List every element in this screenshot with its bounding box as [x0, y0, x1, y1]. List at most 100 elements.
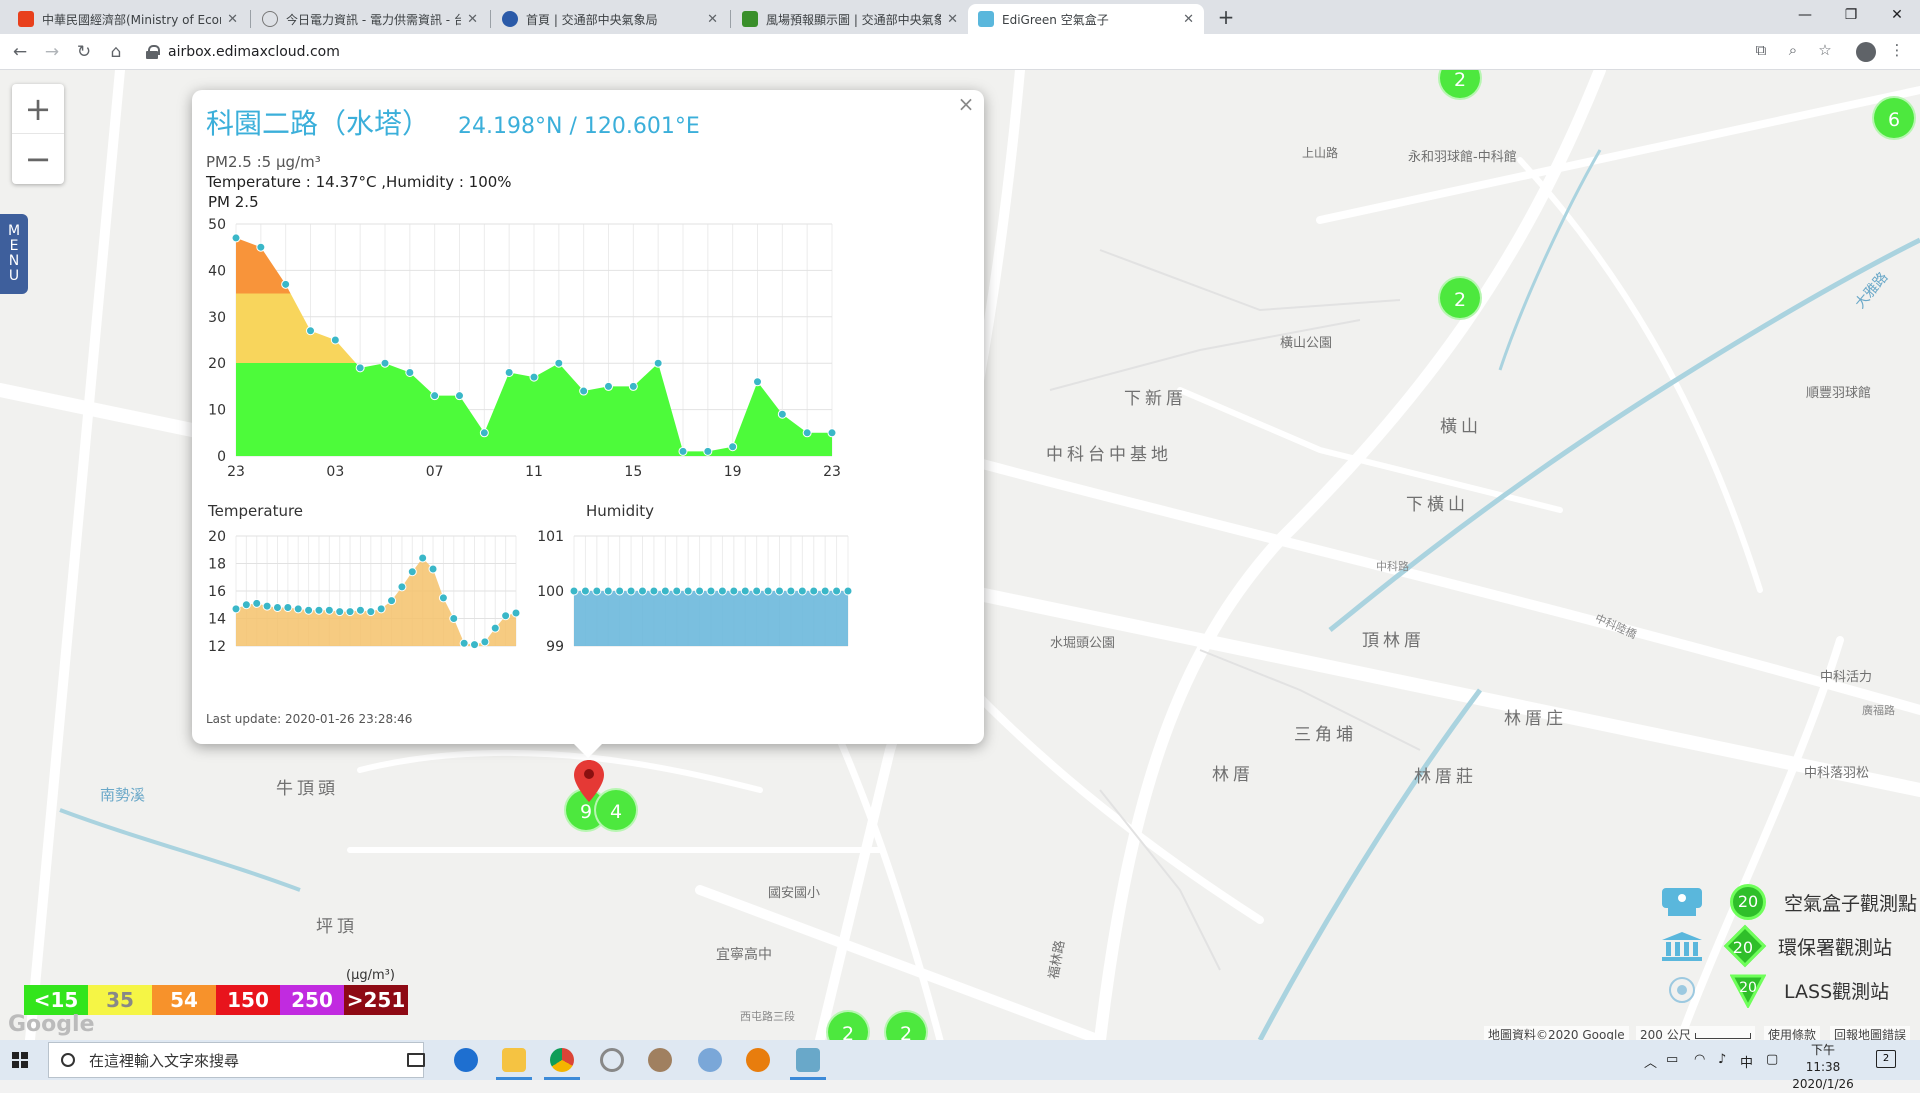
- data-point: [653, 358, 663, 368]
- y-tick-label: 40: [208, 263, 226, 279]
- windows-start-icon[interactable]: [12, 1052, 28, 1068]
- address-bar[interactable]: airbox.edimaxcloud.com: [140, 38, 1760, 66]
- home-button[interactable]: ⌂: [104, 40, 128, 64]
- legend-item: 54: [152, 985, 216, 1015]
- data-point: [843, 586, 853, 596]
- close-tab-icon[interactable]: ✕: [227, 12, 238, 27]
- data-point: [809, 586, 819, 596]
- humidity-chart: 99 100 101: [537, 529, 853, 655]
- charts-svg: 0 10 20 30 40 50 23 03 07 11 15 19 23 12 14 16 18 20 99 1…: [208, 217, 853, 655]
- data-point: [683, 586, 693, 596]
- ime-indicator[interactable]: 中: [1740, 1052, 1753, 1071]
- data-point: [449, 614, 459, 623]
- show-hidden-icons[interactable]: ︿: [1644, 1052, 1657, 1071]
- data-point: [455, 391, 464, 401]
- url-text: airbox.edimaxcloud.com: [168, 44, 340, 60]
- y-tick-label: 12: [208, 639, 226, 655]
- new-tab-button[interactable]: +: [1214, 5, 1238, 29]
- legend-item: <15: [24, 985, 88, 1015]
- menu-toggle-button[interactable]: MENU: [0, 214, 28, 294]
- series-area: [574, 591, 848, 646]
- profile-avatar[interactable]: [1856, 42, 1876, 62]
- app-notes-icon[interactable]: [786, 1044, 830, 1080]
- data-point: [438, 593, 448, 603]
- tab-taipower[interactable]: 今日電力資訊 - 電力供需資訊 - 台 ✕: [252, 4, 488, 34]
- app-blender-icon[interactable]: [736, 1044, 780, 1076]
- data-point: [777, 409, 787, 419]
- data-point: [405, 367, 415, 377]
- x-tick-label: 11: [525, 464, 543, 480]
- close-tab-icon[interactable]: ✕: [1183, 12, 1194, 27]
- map-pin-icon[interactable]: [574, 760, 604, 802]
- pm25-chart: 0 10 20 30 40 50 23 03 07 11 15 19 23: [208, 217, 841, 480]
- data-point: [752, 586, 762, 596]
- pm25-legend: <15 35 54 150 250 >251: [24, 985, 408, 1015]
- legend-item: >251: [344, 985, 408, 1015]
- data-point: [604, 381, 613, 391]
- translate-icon[interactable]: ⧉: [1750, 41, 1772, 59]
- app-compass-icon[interactable]: [590, 1044, 634, 1076]
- legend-unit: (μg/m³): [346, 968, 395, 983]
- forward-button[interactable]: →: [40, 40, 64, 64]
- airbox-count: 20: [1730, 884, 1766, 920]
- station-type-epa[interactable]: 20 環保署觀測站: [1660, 924, 1920, 968]
- last-update-text: Last update: 2020-01-26 23:28:46: [206, 712, 413, 726]
- close-tab-icon[interactable]: ✕: [707, 12, 718, 27]
- data-point: [638, 586, 647, 596]
- data-point: [695, 586, 705, 596]
- lass-label: LASS觀測站: [1784, 980, 1890, 1003]
- tab-edigreen[interactable]: EdiGreen 空氣盒子 ✕: [968, 4, 1204, 34]
- chrome-icon[interactable]: [540, 1044, 584, 1080]
- data-point: [592, 586, 602, 596]
- reload-button[interactable]: ↻: [72, 40, 96, 64]
- restore-button[interactable]: ❐: [1828, 2, 1874, 28]
- file-explorer-icon[interactable]: [492, 1044, 536, 1080]
- data-point: [324, 605, 334, 615]
- data-point: [459, 638, 469, 648]
- app-gimp-icon[interactable]: [638, 1044, 682, 1076]
- app-paint-icon[interactable]: [688, 1044, 732, 1076]
- station-type-airbox[interactable]: 20 空氣盒子觀測點: [1660, 880, 1920, 924]
- tab-moea[interactable]: 中華民國經濟部(Ministry of Econ ✕: [8, 4, 248, 34]
- more-menu-icon[interactable]: ⋮: [1886, 41, 1908, 59]
- task-view-icon[interactable]: [394, 1044, 438, 1076]
- zoom-icon[interactable]: ⌕: [1782, 41, 1804, 59]
- series-area: [236, 558, 516, 646]
- search-placeholder: 在這裡輸入文字來搜尋: [89, 1051, 240, 1070]
- cluster-marker[interactable]: 2: [1438, 276, 1482, 320]
- wifi-icon[interactable]: ◠: [1694, 1052, 1705, 1067]
- close-tab-icon[interactable]: ✕: [467, 12, 478, 27]
- edge-icon[interactable]: [444, 1044, 488, 1076]
- zoom-in-button[interactable]: +: [12, 84, 64, 134]
- battery-icon[interactable]: ▭: [1666, 1052, 1678, 1067]
- system-clock[interactable]: 下午 11:38 2020/1/26: [1792, 1042, 1854, 1093]
- zoom-out-button[interactable]: −: [12, 134, 64, 184]
- volume-icon[interactable]: ♪: [1718, 1052, 1726, 1067]
- data-point: [345, 607, 355, 617]
- tab-wind[interactable]: 風場預報顯示圖 | 交通部中央氣象 ✕: [732, 4, 968, 34]
- tab-cwb[interactable]: 首頁 | 交通部中央氣象局 ✕: [492, 4, 728, 34]
- data-point: [802, 428, 812, 438]
- x-tick-label: 23: [823, 464, 841, 480]
- menu-label: MENU: [7, 223, 21, 284]
- legend-item: 150: [216, 985, 280, 1015]
- data-point: [428, 564, 438, 574]
- data-point: [418, 553, 428, 563]
- minimize-button[interactable]: —: [1782, 2, 1828, 28]
- x-tick-label: 15: [624, 464, 642, 480]
- close-tab-icon[interactable]: ✕: [947, 12, 958, 27]
- taskbar-search-box[interactable]: 在這裡輸入文字來搜尋: [48, 1042, 424, 1078]
- cluster-marker[interactable]: 6: [1872, 96, 1916, 140]
- epa-building-icon: [1662, 932, 1702, 961]
- epa-label: 環保署觀測站: [1778, 936, 1893, 959]
- notification-center-icon[interactable]: 2: [1876, 1050, 1896, 1068]
- station-type-lass[interactable]: 20 LASS觀測站: [1660, 968, 1920, 1012]
- close-window-button[interactable]: ✕: [1874, 2, 1920, 28]
- data-point: [262, 601, 272, 611]
- y-tick-label: 16: [208, 584, 226, 600]
- back-button[interactable]: ←: [8, 40, 32, 64]
- bookmark-star-icon[interactable]: ☆: [1814, 41, 1836, 59]
- data-point: [231, 604, 241, 614]
- ime-mode-icon[interactable]: ▢: [1766, 1052, 1778, 1067]
- data-point: [717, 586, 727, 596]
